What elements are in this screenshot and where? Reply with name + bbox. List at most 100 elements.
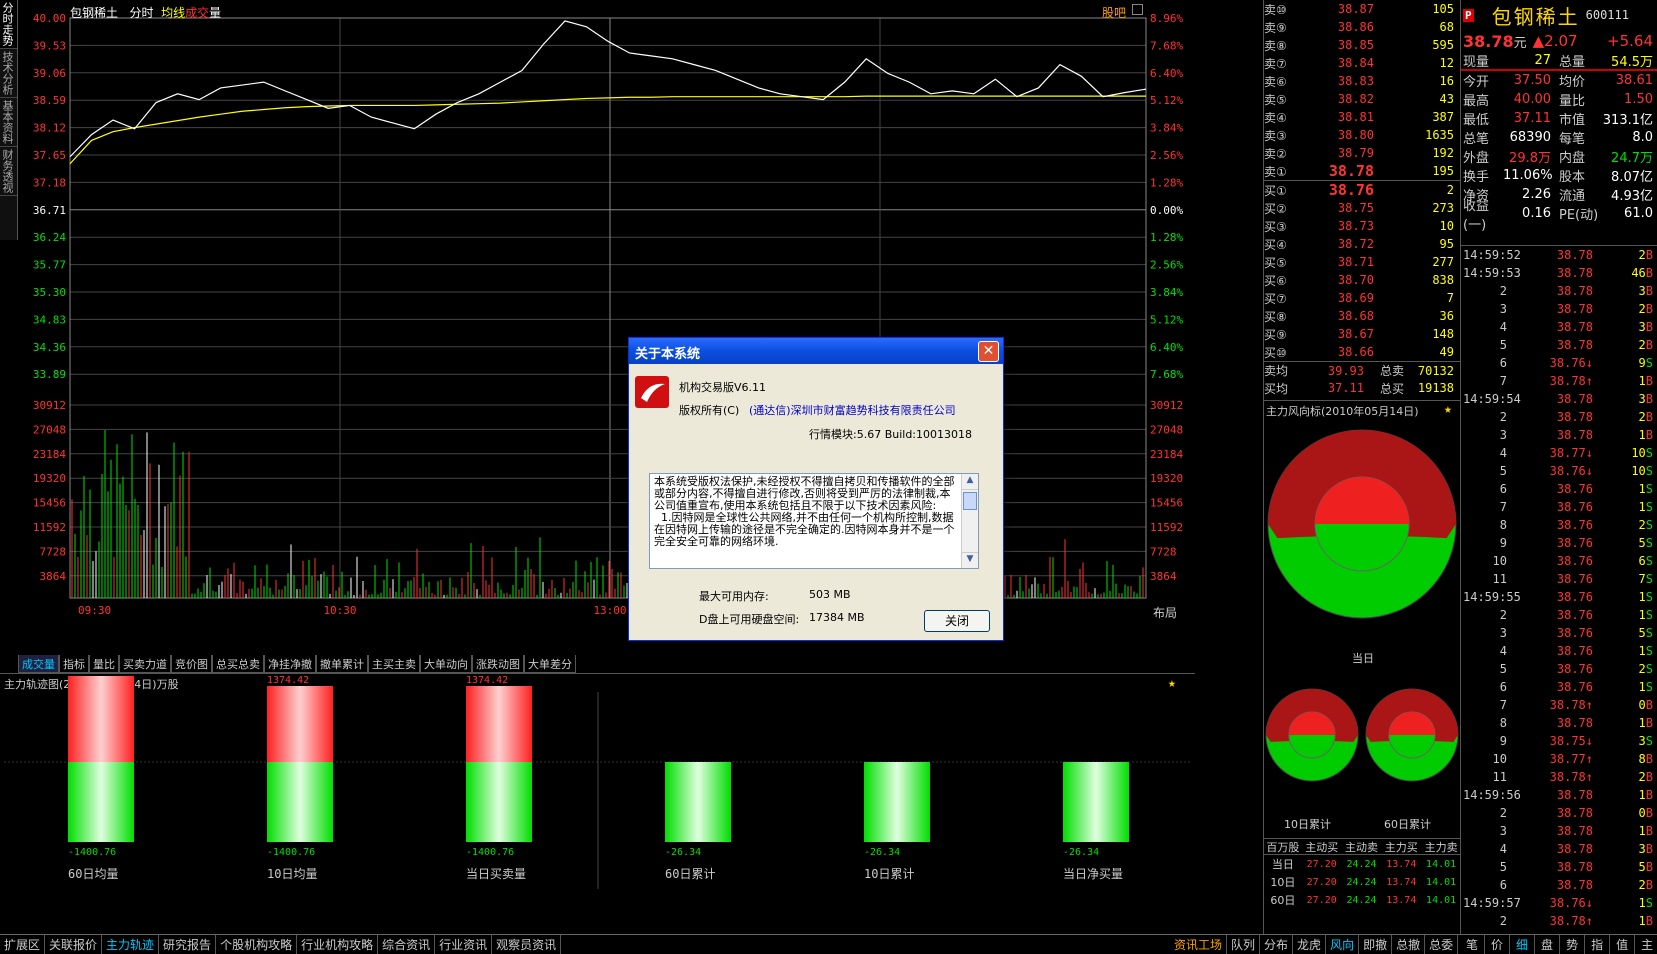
tick-vol-num: 1	[1638, 824, 1646, 838]
bid-row[interactable]: 买③ 38.73 10	[1264, 217, 1460, 235]
bottom-tab[interactable]: 行业资讯	[435, 935, 493, 954]
ask-row[interactable]: 卖④ 38.81 387	[1264, 108, 1460, 126]
indicator-tab[interactable]: 涨跌动图	[472, 655, 524, 673]
level-volume: 148	[1432, 327, 1454, 341]
scroll-down-icon[interactable]: ▼	[962, 552, 978, 568]
tick-volume: 2S	[1593, 518, 1653, 532]
tick-price: 38.76↓	[1549, 896, 1593, 910]
tick-time: 5	[1499, 338, 1507, 352]
price-tick: 36.24	[33, 231, 66, 244]
chart-mode-label[interactable]: 分时	[129, 6, 153, 20]
bar-label: 当日买卖量	[466, 867, 526, 881]
bid-row[interactable]: 买⑧ 38.68 36	[1264, 307, 1460, 325]
direction-panel: 主力风向标(2010年05月14日) ★ 当日 10日累计 60日累计 百万股主…	[1263, 400, 1461, 934]
bid-row[interactable]: 买⑥ 38.70 838	[1264, 271, 1460, 289]
bottom-tab[interactable]: 个股机构攻略	[216, 935, 298, 954]
close-icon[interactable]: ✕	[978, 341, 999, 362]
bottom-right-tab[interactable]: 风向	[1326, 935, 1360, 954]
bottom-far-tab[interactable]: 势	[1560, 935, 1586, 954]
ask-row[interactable]: 卖⑥ 38.83 16	[1264, 72, 1460, 90]
bottom-right-tab[interactable]: 总委	[1425, 935, 1459, 954]
level-price: 38.87	[1337, 2, 1374, 16]
bottom-far-tab[interactable]: 指	[1585, 935, 1611, 954]
bottom-far-tab[interactable]: 价	[1485, 935, 1511, 954]
bottom-right-tab[interactable]: 分布	[1260, 935, 1294, 954]
bottom-far-tab[interactable]: 值	[1610, 935, 1636, 954]
close-button[interactable]: 关闭	[924, 610, 990, 632]
bottom-far-tab[interactable]: 主	[1635, 935, 1657, 954]
sell-avg-label: 卖均	[1264, 364, 1289, 378]
tab-intraday[interactable]: 分时走势	[0, 0, 17, 49]
ask-row[interactable]: 卖⑩ 38.87 105	[1264, 0, 1460, 18]
bottom-far-tab[interactable]: 细	[1510, 935, 1536, 954]
textarea-scrollbar[interactable]: ▲ ▼	[961, 474, 978, 568]
ask-row[interactable]: 卖⑨ 38.86 68	[1264, 18, 1460, 36]
level-price: 38.71	[1337, 255, 1374, 269]
quote-value: 68390	[1509, 130, 1551, 145]
tick-vol-num: 1	[1638, 428, 1646, 442]
indicator-tab[interactable]: 成交量	[18, 655, 59, 673]
tab-technical[interactable]: 技术分析	[0, 49, 17, 98]
layout-button[interactable]: 布局	[1153, 604, 1177, 621]
bottom-right-tab[interactable]: 龙虎	[1293, 935, 1327, 954]
indicator-tab[interactable]: 指标	[59, 655, 89, 673]
indicator-tab[interactable]: 大单动向	[420, 655, 472, 673]
copyright-link[interactable]: (通达信)深圳市财富趋势科技有限责任公司	[749, 402, 956, 418]
scroll-thumb[interactable]	[963, 492, 977, 510]
ask-row[interactable]: 卖⑦ 38.84 12	[1264, 54, 1460, 72]
indicator-tab[interactable]: 总买总卖	[212, 655, 264, 673]
indicator-tab[interactable]: 量比	[89, 655, 119, 673]
bottom-tab[interactable]: 观察员资讯	[492, 935, 562, 954]
tick-row: 10 38.76 6S	[1461, 552, 1657, 570]
tick-vol-num: 3	[1638, 842, 1646, 856]
bottom-far-tab[interactable]: 盘	[1535, 935, 1561, 954]
bid-row[interactable]: 买⑨ 38.67 148	[1264, 325, 1460, 343]
ask-row[interactable]: 卖② 38.79 192	[1264, 144, 1460, 162]
tick-side: S	[1645, 608, 1653, 622]
maximize-icon[interactable]	[1132, 4, 1143, 15]
bottom-tab[interactable]: 关联报价	[45, 935, 103, 954]
license-textarea[interactable]: 本系统受版权法保护,未经授权不得擅自拷贝和传播软件的全部或部分内容,不得擅自进行…	[649, 473, 979, 569]
tick-vol-num: 5	[1638, 626, 1646, 640]
bottom-tab[interactable]: 综合资讯	[378, 935, 436, 954]
bid-row[interactable]: 买⑩ 38.66 49	[1264, 343, 1460, 361]
bottom-tab[interactable]: 行业机构攻略	[297, 935, 379, 954]
tick-time: 4	[1499, 644, 1507, 658]
bottom-tab[interactable]: 主力轨迹	[102, 935, 160, 954]
bid-row[interactable]: 买⑦ 38.69 7	[1264, 289, 1460, 307]
bid-row[interactable]: 买① 38.76 2	[1264, 181, 1460, 199]
bottom-right-tab[interactable]: 队列	[1227, 935, 1261, 954]
bottom-far-tab[interactable]: 笔	[1460, 935, 1486, 954]
quote-row: 总笔 68390 每笔 8.0	[1461, 128, 1657, 147]
tick-volume: 10S	[1593, 446, 1653, 460]
scroll-up-icon[interactable]: ▲	[962, 474, 978, 490]
indicator-tab[interactable]: 买卖力道	[119, 655, 171, 673]
tick-row: 8 38.78 1B	[1461, 714, 1657, 732]
star-icon[interactable]: ★	[1444, 402, 1452, 417]
guba-link[interactable]: 股吧	[1102, 4, 1126, 21]
tick-list[interactable]: 14:59:52 38.78 2B 14:59:53 38.78 46B 2 38.78 3B 3…	[1460, 245, 1657, 935]
bottom-right-tab[interactable]: 资讯工场	[1170, 935, 1228, 954]
indicator-tab[interactable]: 竞价图	[171, 655, 212, 673]
vol-tick-right: 30912	[1150, 399, 1183, 412]
bid-row[interactable]: 买② 38.75 273	[1264, 199, 1460, 217]
ask-row[interactable]: 卖③ 38.80 1635	[1264, 126, 1460, 144]
indicator-tab[interactable]: 撤单累计	[316, 655, 368, 673]
tab-financials[interactable]: 财务透视	[0, 147, 17, 196]
bid-row[interactable]: 买⑤ 38.71 277	[1264, 253, 1460, 271]
tick-vol-num: 2	[1638, 248, 1646, 262]
bottom-tab[interactable]: 研究报告	[159, 935, 217, 954]
indicator-tab[interactable]: 大单差分	[524, 655, 576, 673]
bid-row[interactable]: 买④ 38.72 95	[1264, 235, 1460, 253]
ask-row[interactable]: 卖⑤ 38.82 43	[1264, 90, 1460, 108]
indicator-tab[interactable]: 净挂净撤	[264, 655, 316, 673]
ask-row[interactable]: 卖① 38.78 195	[1264, 162, 1460, 180]
tick-side: S	[1645, 554, 1653, 568]
bottom-tab[interactable]: 扩展区	[0, 935, 46, 954]
ask-row[interactable]: 卖⑧ 38.85 595	[1264, 36, 1460, 54]
bottom-right-tab[interactable]: 即撤	[1359, 935, 1393, 954]
tab-fundamentals[interactable]: 基本资料	[0, 98, 17, 147]
indicator-tab[interactable]: 主买主卖	[368, 655, 420, 673]
row-name: 60日	[1270, 894, 1296, 907]
bottom-right-tab[interactable]: 总撤	[1392, 935, 1426, 954]
